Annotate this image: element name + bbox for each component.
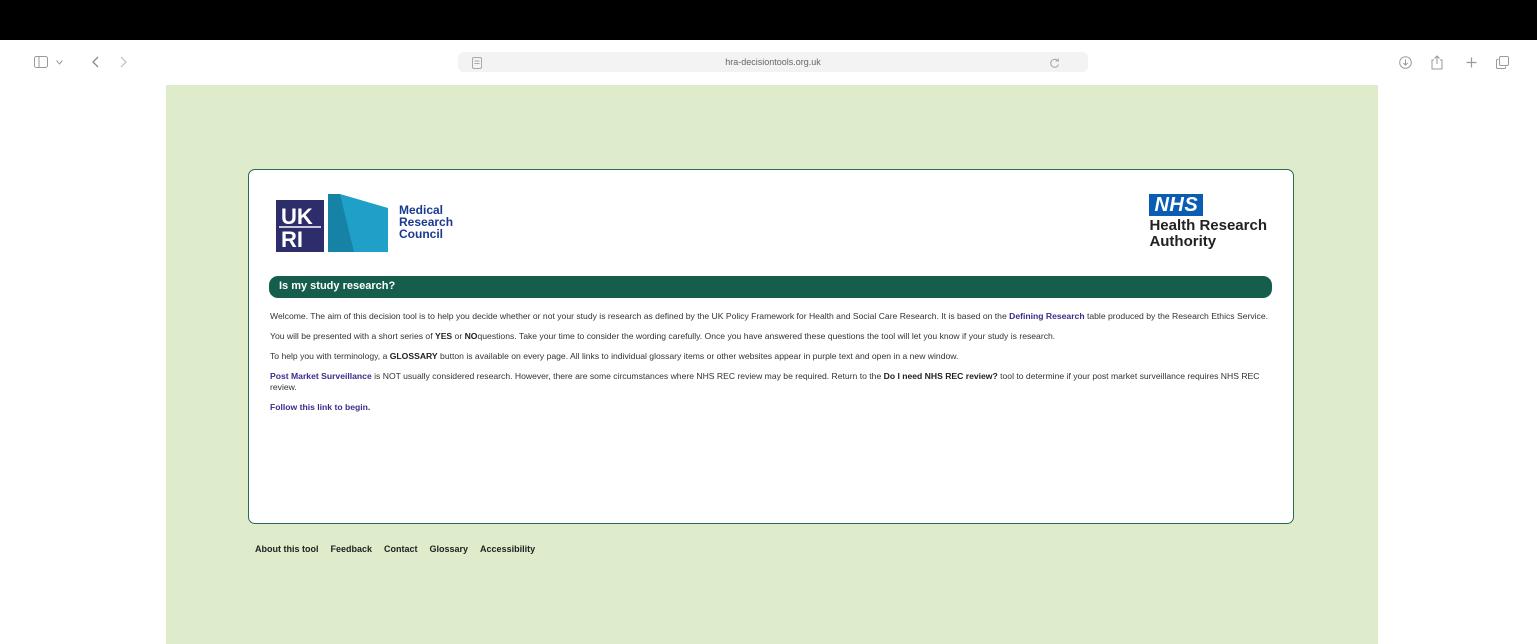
footer-links: About this tool Feedback Contact Glossar… <box>255 544 535 554</box>
tabs-icon[interactable] <box>1495 53 1509 71</box>
footer-about-link[interactable]: About this tool <box>255 544 318 554</box>
reload-icon[interactable] <box>1049 56 1060 74</box>
mrc-name: Medical Research Council <box>399 204 453 240</box>
share-icon[interactable] <box>1430 53 1444 71</box>
text: You will be presented with a short serie… <box>270 331 435 341</box>
text: or <box>452 331 465 341</box>
rec-review-tool-name: Do I need NHS REC review? <box>883 371 998 381</box>
text: Welcome. The aim of this decision tool i… <box>270 311 1010 321</box>
text: To help you with terminology, a <box>270 351 390 361</box>
ukri-letters-top: UK <box>281 204 313 229</box>
title-bar: Is my study research? <box>269 276 1272 298</box>
defining-research-link[interactable]: Defining Research <box>1009 311 1084 321</box>
paragraph-glossary: To help you with terminology, a GLOSSARY… <box>270 351 1275 362</box>
text: is NOT usually considered research. Howe… <box>371 371 884 381</box>
address-bar[interactable]: hra-decisiontools.org.uk <box>458 52 1088 72</box>
yes-text: YES <box>434 331 453 341</box>
intro-content: Welcome. The aim of this decision tool i… <box>270 311 1275 422</box>
mrc-line-3: Council <box>399 227 443 241</box>
nhs-badge: NHS <box>1149 194 1204 216</box>
download-icon[interactable] <box>1398 53 1412 71</box>
begin-link[interactable]: Follow this link to begin. <box>270 402 370 412</box>
footer-feedback-link[interactable]: Feedback <box>330 544 372 554</box>
forward-icon[interactable] <box>118 53 128 71</box>
back-icon[interactable] <box>90 53 100 71</box>
footer-glossary-link[interactable]: Glossary <box>430 544 469 554</box>
ukri-letters-bottom: RI <box>281 227 303 252</box>
address-url: hra-decisiontools.org.uk <box>725 57 821 67</box>
window-top-bar <box>0 0 1537 40</box>
paragraph-questions: You will be presented with a short serie… <box>270 331 1275 342</box>
text: table produced by the Research Ethics Se… <box>1084 311 1269 321</box>
text: questions. Take your time to consider th… <box>477 331 1056 341</box>
text: button is available on every page. All l… <box>437 351 959 361</box>
sidebar-icon[interactable] <box>34 53 48 71</box>
main-card: UK RI Medical Research Council NHS Healt… <box>248 169 1294 524</box>
ukri-logo: UK RI <box>276 194 388 252</box>
paragraph-begin: Follow this link to begin. <box>270 402 1275 413</box>
footer-accessibility-link[interactable]: Accessibility <box>480 544 535 554</box>
new-tab-icon[interactable] <box>1465 53 1477 71</box>
chevron-down-icon[interactable] <box>55 53 63 71</box>
nhs-hra-logo: NHS Health Research Authority <box>1149 194 1267 250</box>
footer-contact-link[interactable]: Contact <box>384 544 418 554</box>
paragraph-surveillance: Post Market Surveillance is NOT usually … <box>270 371 1275 393</box>
hra-line-1: Health Research <box>1149 217 1267 234</box>
post-market-surveillance-link[interactable]: Post Market Surveillance <box>270 371 372 381</box>
hra-line-2: Authority <box>1149 233 1217 250</box>
page-title: Is my study research? <box>279 280 396 292</box>
paragraph-welcome: Welcome. The aim of this decision tool i… <box>270 311 1275 322</box>
glossary-text: GLOSSARY <box>389 351 438 361</box>
no-text: NO <box>464 331 478 341</box>
